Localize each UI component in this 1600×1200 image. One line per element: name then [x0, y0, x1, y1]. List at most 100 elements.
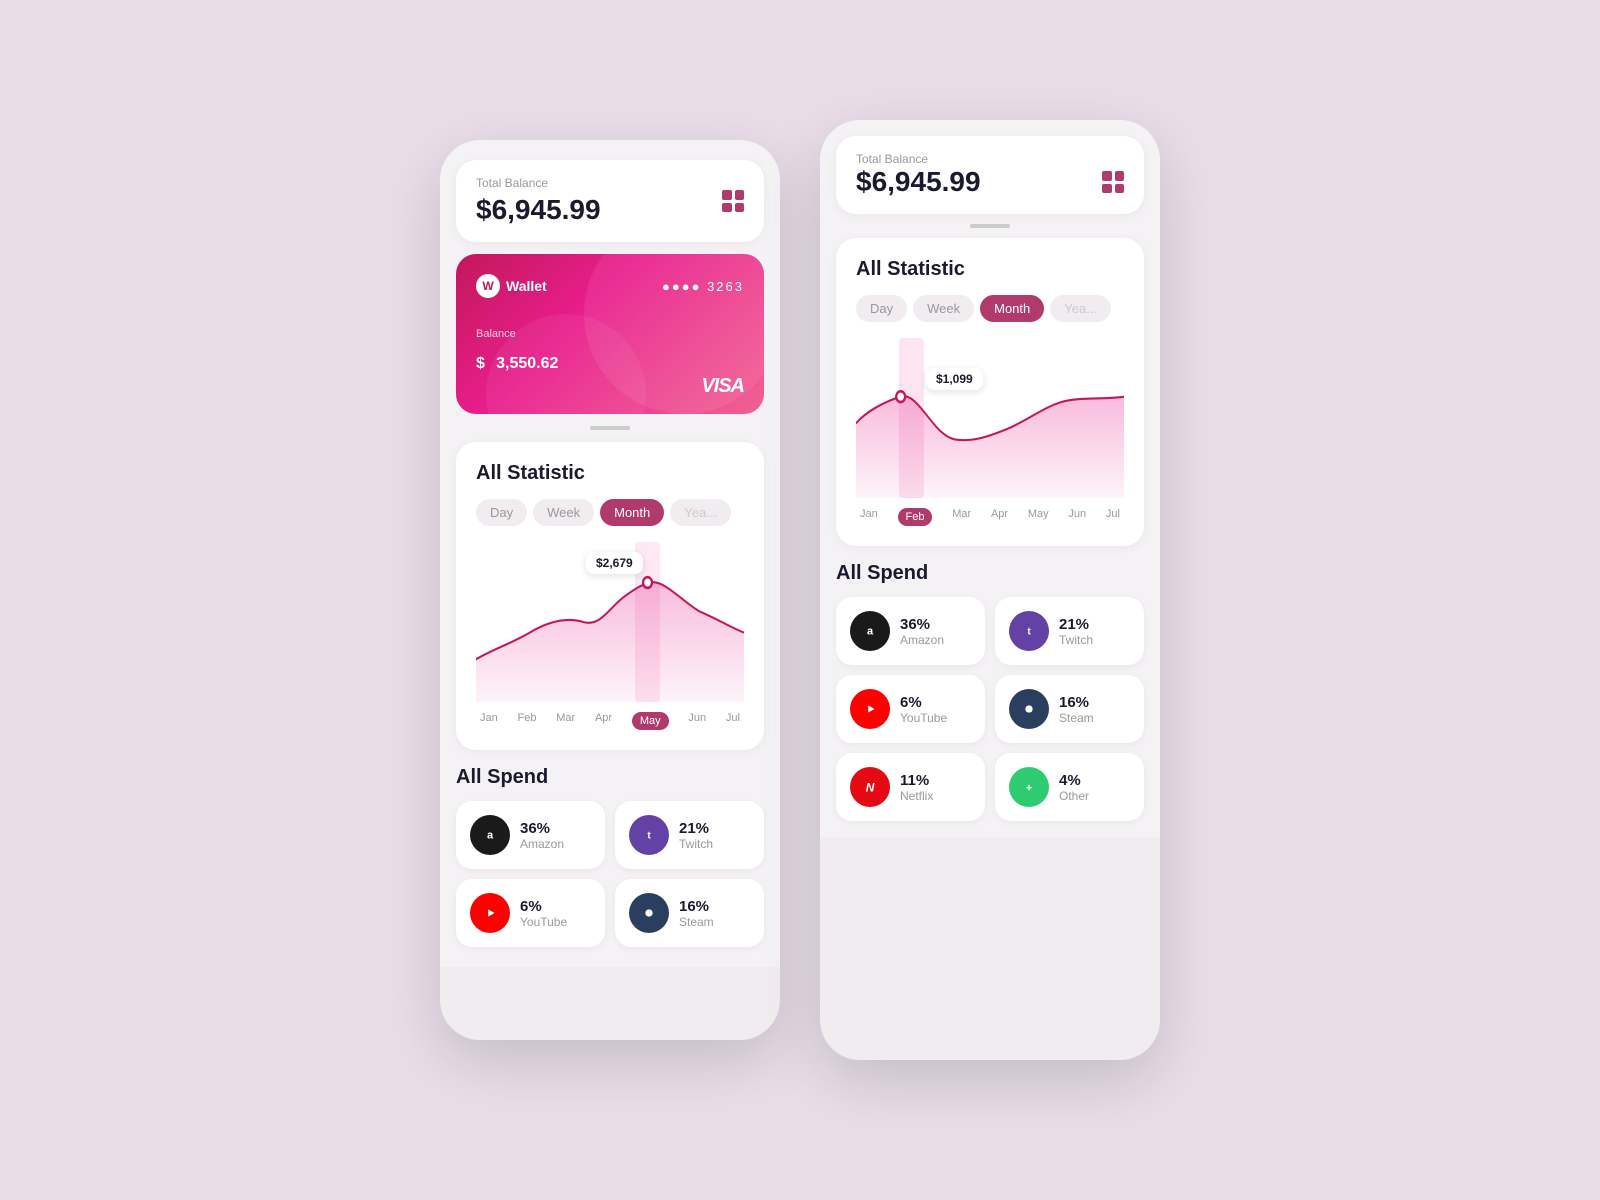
month-jul-left: Jul: [726, 712, 740, 730]
steam-icon-right: [1009, 689, 1049, 729]
twitch-icon-right: t: [1009, 611, 1049, 651]
steam-icon-left: [629, 893, 669, 933]
svg-text:a: a: [867, 626, 874, 638]
spend-youtube-right: 6% YouTube: [836, 675, 985, 743]
spend-amazon-left: a 36% Amazon: [456, 801, 605, 869]
month-jan-left: Jan: [480, 712, 498, 730]
balance-label-left: Total Balance: [476, 176, 601, 190]
month-jun-right: Jun: [1068, 508, 1086, 526]
month-mar-right: Mar: [952, 508, 971, 526]
spend-steam-right: 16% Steam: [995, 675, 1144, 743]
chart-right: $1,099: [856, 338, 1124, 498]
amazon-name-left: Amazon: [520, 837, 564, 851]
month-jul-right: Jul: [1106, 508, 1120, 526]
youtube-pct-right: 6%: [900, 694, 947, 711]
balance-amount-left: $6,945.99: [476, 194, 601, 226]
month-labels-left: Jan Feb Mar Apr May Jun Jul: [476, 712, 744, 730]
spend-amazon-right: a 36% Amazon: [836, 597, 985, 665]
youtube-icon-left: [470, 893, 510, 933]
netflix-pct-right: 11%: [900, 772, 933, 789]
balance-label-right: Total Balance: [856, 152, 1124, 166]
cc-balance-label: Balance: [476, 328, 744, 340]
tab-year-right[interactable]: Yea...: [1050, 295, 1111, 322]
tab-year-left[interactable]: Yea...: [670, 499, 731, 526]
spend-twitch-right: t 21% Twitch: [995, 597, 1144, 665]
spend-netflix-right: N 11% Netflix: [836, 753, 985, 821]
month-feb-left: Feb: [518, 712, 537, 730]
other-pct-right: 4%: [1059, 772, 1089, 789]
steam-pct-right: 16%: [1059, 694, 1094, 711]
phone-right: Total Balance $6,945.99 All Statistic Da…: [820, 120, 1160, 1060]
scene: Total Balance $6,945.99 W Wallet ●●●●: [380, 80, 1220, 1120]
tab-week-right[interactable]: Week: [913, 295, 974, 322]
month-apr-left: Apr: [595, 712, 612, 730]
month-apr-right: Apr: [991, 508, 1008, 526]
tab-month-left[interactable]: Month: [600, 499, 664, 526]
spend-twitch-left: t 21% Twitch: [615, 801, 764, 869]
youtube-icon-right: [850, 689, 890, 729]
twitch-pct-right: 21%: [1059, 616, 1093, 633]
other-icon-right: +: [1009, 767, 1049, 807]
spend-steam-left: 16% Steam: [615, 879, 764, 947]
grid-icon-left[interactable]: [722, 190, 744, 212]
cc-logo-icon: W: [476, 274, 500, 298]
cc-balance-amount: $ 3,550.62: [476, 344, 744, 375]
tab-month-right[interactable]: Month: [980, 295, 1044, 322]
amazon-icon-right: a: [850, 611, 890, 651]
svg-text:N: N: [866, 781, 875, 795]
youtube-name-left: YouTube: [520, 915, 567, 929]
balance-card-left: Total Balance $6,945.99: [456, 160, 764, 242]
period-tabs-left: Day Week Month Yea...: [476, 499, 744, 526]
month-mar-left: Mar: [556, 712, 575, 730]
amazon-icon-left: a: [470, 815, 510, 855]
spend-youtube-left: 6% YouTube: [456, 879, 605, 947]
stats-card-left: All Statistic Day Week Month Yea...: [456, 442, 764, 750]
balance-amount-right: $6,945.99: [856, 166, 981, 198]
svg-text:+: +: [1026, 783, 1032, 795]
spend-title-right: All Spend: [836, 562, 1144, 585]
youtube-pct-left: 6%: [520, 898, 567, 915]
svg-text:a: a: [487, 830, 494, 842]
spend-title-left: All Spend: [456, 766, 764, 789]
spend-other-right: + 4% Other: [995, 753, 1144, 821]
twitch-pct-left: 21%: [679, 820, 713, 837]
spend-grid-left: a 36% Amazon t 21% Twitch: [456, 801, 764, 947]
stats-title-left: All Statistic: [476, 462, 744, 485]
month-feb-right[interactable]: Feb: [898, 508, 933, 526]
amazon-pct-left: 36%: [520, 820, 564, 837]
chart-tooltip-right: $1,099: [926, 368, 983, 390]
netflix-icon-right: N: [850, 767, 890, 807]
steam-pct-left: 16%: [679, 898, 714, 915]
cc-dots: ●●●● 3263: [662, 279, 744, 294]
tab-week-left[interactable]: Week: [533, 499, 594, 526]
chart-left: $2,679: [476, 542, 744, 702]
chart-tooltip-left: $2,679: [586, 552, 643, 574]
tab-day-left[interactable]: Day: [476, 499, 527, 526]
steam-name-left: Steam: [679, 915, 714, 929]
cc-logo: W Wallet: [476, 274, 547, 298]
month-jan-right: Jan: [860, 508, 878, 526]
scroll-indicator-left: [590, 426, 630, 430]
balance-card-right: Total Balance $6,945.99: [836, 136, 1144, 214]
month-jun-left: Jun: [688, 712, 706, 730]
youtube-name-right: YouTube: [900, 711, 947, 725]
visa-logo: VISA: [701, 375, 744, 398]
credit-card-left: W Wallet ●●●● 3263 Balance $ 3,550.62 VI…: [456, 254, 764, 414]
netflix-name-right: Netflix: [900, 789, 933, 803]
spend-grid-right: a 36% Amazon t 21% Twitch: [836, 597, 1144, 821]
period-tabs-right: Day Week Month Yea...: [856, 295, 1124, 322]
stats-title-right: All Statistic: [856, 258, 1124, 281]
twitch-name-right: Twitch: [1059, 633, 1093, 647]
amazon-name-right: Amazon: [900, 633, 944, 647]
scroll-indicator-right: [970, 224, 1010, 228]
month-labels-right: Jan Feb Mar Apr May Jun Jul: [856, 508, 1124, 526]
cc-brand: Wallet: [506, 278, 547, 294]
other-name-right: Other: [1059, 789, 1089, 803]
amazon-pct-right: 36%: [900, 616, 944, 633]
twitch-icon-left: t: [629, 815, 669, 855]
tab-day-right[interactable]: Day: [856, 295, 907, 322]
phone-left: Total Balance $6,945.99 W Wallet ●●●●: [440, 140, 780, 1040]
month-may-left[interactable]: May: [632, 712, 669, 730]
month-may-right: May: [1028, 508, 1049, 526]
grid-icon-right[interactable]: [1102, 171, 1124, 193]
